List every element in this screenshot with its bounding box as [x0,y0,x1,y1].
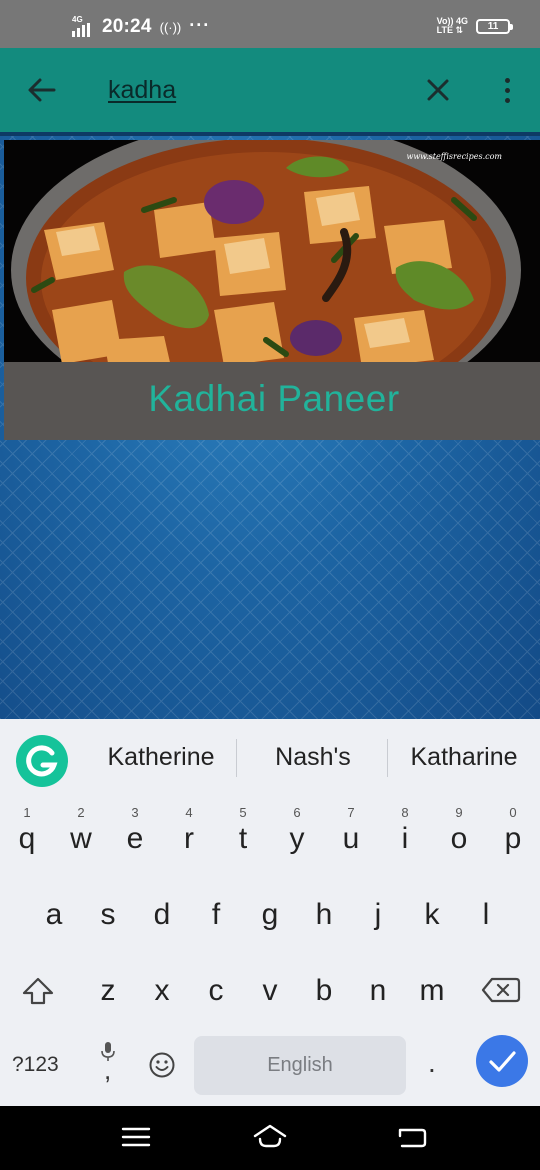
key-s[interactable]: s [81,883,135,943]
key-k[interactable]: k [405,883,459,943]
key-g[interactable]: g [243,883,297,943]
clear-search-button[interactable] [420,72,456,108]
hotspot-icon: ((·)) [159,19,182,35]
status-time: 20:24 [102,16,152,37]
key-w[interactable]: 2w [54,805,108,867]
back-nav-icon [398,1128,427,1148]
more-vert-icon [504,77,510,83]
soft-keyboard: Katherine Nash's Katharine 1q 2w 3e 4r 5… [0,719,540,1106]
space-label: English [267,1054,333,1076]
backspace-icon [481,977,521,1003]
key-a[interactable]: a [27,883,81,943]
back-button[interactable] [22,70,62,110]
image-watermark: www.steffisrecipes.com [406,152,502,161]
recents-button[interactable] [118,1122,154,1152]
check-icon [489,1051,516,1072]
key-y[interactable]: 6y [270,805,324,867]
key-h[interactable]: h [297,883,351,943]
back-nav-button[interactable] [394,1122,430,1152]
space-key[interactable]: English [194,1036,406,1095]
arrow-left-icon [28,78,56,102]
key-u[interactable]: 7u [324,805,378,867]
key-m[interactable]: m [405,959,459,1019]
key-x[interactable]: x [135,959,189,1019]
suggestion-1[interactable]: Katherine [88,743,234,772]
key-v[interactable]: v [243,959,297,1019]
key-f[interactable]: f [189,883,243,943]
symbols-key[interactable]: ?123 [12,1053,59,1077]
key-q[interactable]: 1q [0,805,54,867]
suggestion-bar: Katherine Nash's Katharine [0,719,540,797]
key-c[interactable]: c [189,959,243,1019]
smiley-icon [149,1052,175,1078]
more-notifications-icon: ··· [189,14,211,35]
key-z[interactable]: z [81,959,135,1019]
volte-line2: LTE ⇅ [436,25,464,35]
key-t[interactable]: 5t [216,805,270,867]
overflow-menu-button[interactable] [494,72,520,108]
battery-icon: 11 [476,18,513,34]
recipe-title-band: Kadhai Paneer [4,362,540,440]
close-icon [427,79,449,101]
key-j[interactable]: j [351,883,405,943]
mic-comma-key[interactable]: , [96,1041,120,1085]
key-l[interactable]: l [459,883,513,943]
search-input[interactable]: kadha [108,76,176,105]
grammarly-button[interactable] [16,735,68,787]
key-d[interactable]: d [135,883,189,943]
search-results: www.steffisrecipes.com Kadhai Paneer [0,136,540,719]
recipe-card[interactable]: www.steffisrecipes.com Kadhai Paneer [4,140,540,440]
key-e[interactable]: 3e [108,805,162,867]
emoji-key[interactable] [148,1051,176,1079]
key-b[interactable]: b [297,959,351,1019]
home-icon [253,1124,287,1148]
key-r[interactable]: 4r [162,805,216,867]
search-app-bar: kadha [0,48,540,136]
enter-key[interactable] [476,1035,528,1087]
system-nav-bar [0,1106,540,1170]
suggestion-2[interactable]: Nash's [240,743,386,772]
suggestion-3[interactable]: Katharine [391,743,537,772]
key-o[interactable]: 9o [432,805,486,867]
key-p[interactable]: 0p [486,805,540,867]
menu-icon [121,1127,151,1147]
recipe-title: Kadhai Paneer [148,378,400,419]
key-i[interactable]: 8i [378,805,432,867]
status-bar: 4G 20:24 ((·)) ··· Vo)) 4G LTE ⇅ 11 [0,0,540,48]
shift-icon [22,977,54,1005]
key-n[interactable]: n [351,959,405,1019]
shift-key[interactable] [18,971,58,1011]
home-button[interactable] [252,1122,288,1152]
period-key[interactable]: . [428,1047,436,1079]
backspace-key[interactable] [480,973,522,1007]
grammarly-icon [26,745,58,777]
signal-icon: 4G [72,15,94,37]
comma-label: , [104,1055,112,1085]
volte-icon: Vo)) 4G LTE ⇅ [437,17,468,35]
